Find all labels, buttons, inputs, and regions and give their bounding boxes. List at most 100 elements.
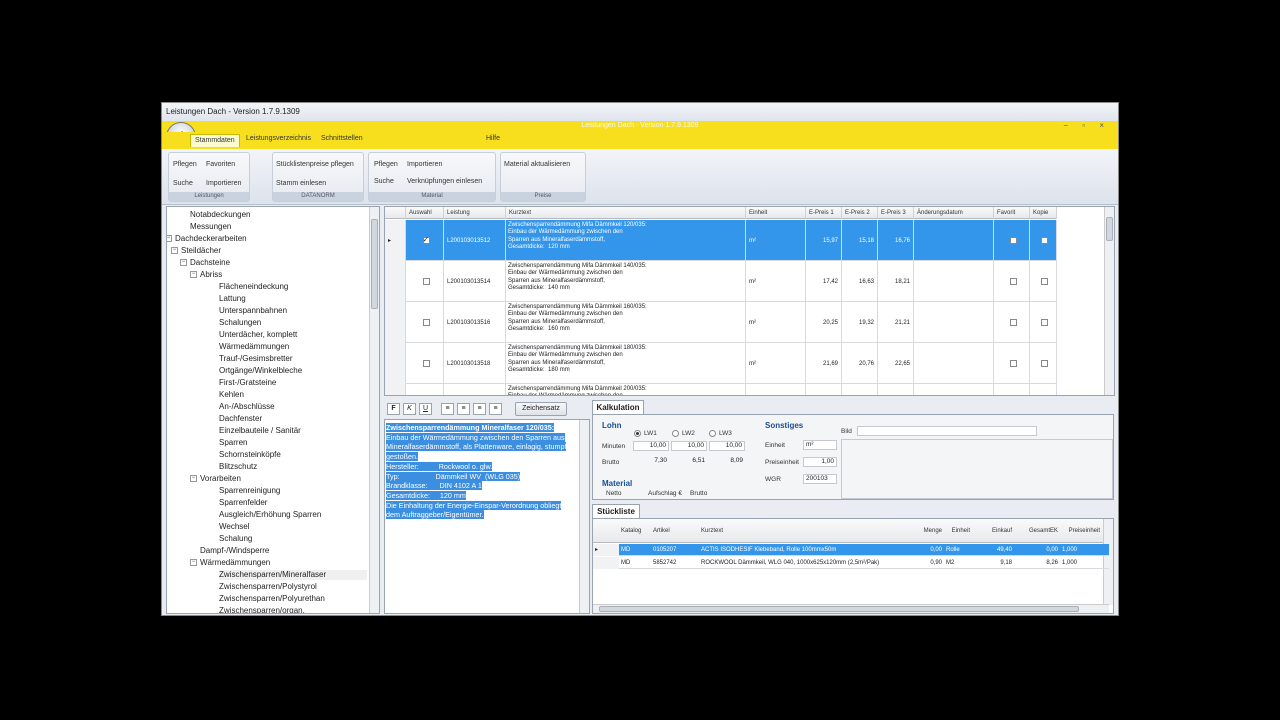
favorit-checkbox[interactable]: [1009, 319, 1017, 326]
align-left-icon[interactable]: ≡: [441, 403, 454, 415]
auswahl-checkbox[interactable]: [422, 235, 430, 244]
stueckliste-header-cell[interactable]: Menge: [906, 519, 944, 543]
tree-item[interactable]: Zwischensparren/Polystyrol: [219, 582, 317, 592]
grid-header-cell[interactable]: Leistung: [444, 207, 506, 219]
tree-item[interactable]: Einzelbauteile / Sanitär: [219, 426, 301, 436]
zeichensatz-button[interactable]: Zeichensatz: [515, 402, 567, 416]
align-justify-icon[interactable]: ≡: [489, 403, 502, 415]
kopie-cell[interactable]: [1030, 220, 1057, 261]
table-row[interactable]: L200103013516 Zwischensparrendämmung Mifa…: [385, 302, 1057, 343]
stueckliste-header-cell[interactable]: Kurztext: [699, 519, 906, 543]
table-row[interactable]: MD 5852742 ROCKWOOL Dämmkeil, WLG 040, 100…: [593, 557, 1109, 569]
tree-item[interactable]: Dachfenster: [219, 414, 262, 424]
stueckliste-header-cell[interactable]: Einkauf: [972, 519, 1014, 543]
tree-item[interactable]: Flächeneindeckung: [219, 282, 288, 292]
window-controls[interactable]: − ▫ ×: [1063, 121, 1110, 130]
minuten-lw2-field[interactable]: 10,00: [671, 441, 707, 451]
tab-schnittstellen[interactable]: Schnittstellen: [321, 135, 363, 142]
auswahl-cell[interactable]: [406, 261, 444, 302]
tree-item[interactable]: Dachsteine: [190, 258, 230, 268]
stueckliste-hscroll[interactable]: [593, 604, 1109, 613]
stueckliste-header-cell[interactable]: Katalog: [619, 519, 651, 543]
stueckliste-header-cell[interactable]: GesamtEK: [1014, 519, 1060, 543]
leistungen-importieren-button[interactable]: Importieren: [206, 180, 241, 187]
tree-item[interactable]: Sparrenfelder: [219, 498, 267, 508]
tree-item[interactable]: Unterspannbahnen: [219, 306, 287, 316]
tree-item[interactable]: Sparrenreinigung: [219, 486, 280, 496]
grid-header-cell[interactable]: Kopie: [1030, 207, 1057, 219]
editor-scrollbar[interactable]: [579, 420, 589, 613]
grid-header-cell[interactable]: Kurztext: [506, 207, 746, 219]
favorit-cell[interactable]: [994, 261, 1030, 302]
minuten-lw3-field[interactable]: 10,00: [709, 441, 745, 451]
stueckliste-hscroll-thumb[interactable]: [599, 606, 1079, 612]
tree-item[interactable]: Zwischensparren/organ.: [219, 606, 305, 613]
kopie-checkbox[interactable]: [1041, 319, 1048, 326]
auswahl-checkbox[interactable]: [422, 278, 430, 285]
tree-item[interactable]: Unterdächer, komplett: [219, 330, 297, 340]
tab-leistungsverzeichnis[interactable]: Leistungsverzeichnis: [246, 135, 311, 142]
bold-button[interactable]: F: [387, 403, 400, 415]
tree-scroll-thumb[interactable]: [371, 219, 378, 309]
grid-header-cell[interactable]: E-Preis 2: [842, 207, 878, 219]
favorit-cell[interactable]: [994, 302, 1030, 343]
tree-toggle-icon[interactable]: −: [167, 235, 172, 242]
kopie-checkbox[interactable]: [1041, 360, 1048, 367]
tree-item[interactable]: Vorarbeiten: [200, 474, 241, 484]
lw2-radio[interactable]: [672, 430, 679, 437]
stueckliste-header-cell[interactable]: Preiseinheit: [1060, 519, 1102, 543]
italic-button[interactable]: K: [403, 403, 416, 415]
tree-item[interactable]: Schornsteinköpfe: [219, 450, 281, 460]
leistungen-pflegen-button[interactable]: Pflegen: [173, 161, 197, 168]
minuten-lw1-field[interactable]: 10,00: [633, 441, 669, 451]
auswahl-checkbox[interactable]: [422, 319, 430, 326]
table-row[interactable]: Zwischensparrendämmung Mifa Dämmkeil 200…: [385, 384, 1057, 395]
tree-item[interactable]: First-/Gratsteine: [219, 378, 276, 388]
einheit-field[interactable]: m²: [803, 440, 837, 450]
kopie-cell[interactable]: [1030, 302, 1057, 343]
tree-item[interactable]: Ortgänge/Winkelbleche: [219, 366, 302, 376]
bild-path-field[interactable]: [857, 426, 1037, 436]
table-row[interactable]: L200103013518 Zwischensparrendämmung Mifa…: [385, 343, 1057, 384]
table-row[interactable]: ▸ L200103013512Zwischensparrendämmung Mif…: [385, 220, 1057, 261]
kopie-cell[interactable]: [1030, 384, 1057, 395]
tree-item[interactable]: Schalungen: [219, 318, 261, 328]
tree-item[interactable]: Ausgleich/Erhöhung Sparren: [219, 510, 321, 520]
auswahl-cell[interactable]: [406, 343, 444, 384]
favorit-cell[interactable]: [994, 343, 1030, 384]
align-right-icon[interactable]: ≡: [473, 403, 486, 415]
tree-item[interactable]: Abriss: [200, 270, 222, 280]
kopie-cell[interactable]: [1030, 343, 1057, 384]
wgr-field[interactable]: 200103: [803, 474, 837, 484]
grid-header-cell[interactable]: Auswahl: [406, 207, 444, 219]
material-pflegen-button[interactable]: Pflegen: [374, 161, 398, 168]
stuecklistenpreise-button[interactable]: Stücklistenpreise pflegen: [276, 161, 354, 168]
tab-hilfe[interactable]: Hilfe: [486, 135, 500, 142]
langtext-editor[interactable]: Zwischensparrendämmung Mineralfaser 120/…: [384, 419, 590, 614]
tree-toggle-icon[interactable]: −: [190, 271, 197, 278]
auswahl-cell[interactable]: [406, 220, 444, 261]
tree-toggle-icon[interactable]: −: [180, 259, 187, 266]
stueckliste-grid[interactable]: Katalog Artikel Kurztext Menge Einheit Einkau…: [592, 518, 1114, 614]
align-center-icon[interactable]: ≡: [457, 403, 470, 415]
stamm-einlesen-button[interactable]: Stamm einlesen: [276, 180, 326, 187]
tree-item[interactable]: Sparren: [219, 438, 247, 448]
favorit-checkbox[interactable]: [1009, 278, 1017, 285]
tree-scrollbar[interactable]: [369, 207, 379, 613]
grid-header-cell[interactable]: E-Preis 3: [878, 207, 914, 219]
grid-header-cell[interactable]: E-Preis 1: [806, 207, 842, 219]
lw3-radio[interactable]: [709, 430, 716, 437]
stueckliste-header-cell[interactable]: Artikel: [651, 519, 699, 543]
tree-item[interactable]: Blitzschutz: [219, 462, 257, 472]
kopie-checkbox[interactable]: [1041, 237, 1048, 244]
tab-stammdaten[interactable]: Stammdaten: [190, 134, 240, 147]
table-row[interactable]: ▸ MD 0105207 ACTIS ISODHESIF Klebeband, Rol…: [593, 544, 1109, 556]
verknuepfungen-button[interactable]: Verknüpfungen einlesen: [407, 178, 482, 185]
kopie-cell[interactable]: [1030, 261, 1057, 302]
material-importieren-button[interactable]: Importieren: [407, 161, 442, 168]
tree-item[interactable]: Zwischensparren/Mineralfaser: [219, 570, 367, 580]
tree-toggle-icon[interactable]: −: [190, 475, 197, 482]
tree-toggle-icon[interactable]: −: [190, 559, 197, 566]
category-tree[interactable]: Notabdeckungen Messungen − Dachdeckerarbeit…: [166, 206, 380, 614]
tab-kalkulation[interactable]: Kalkulation: [592, 400, 644, 414]
